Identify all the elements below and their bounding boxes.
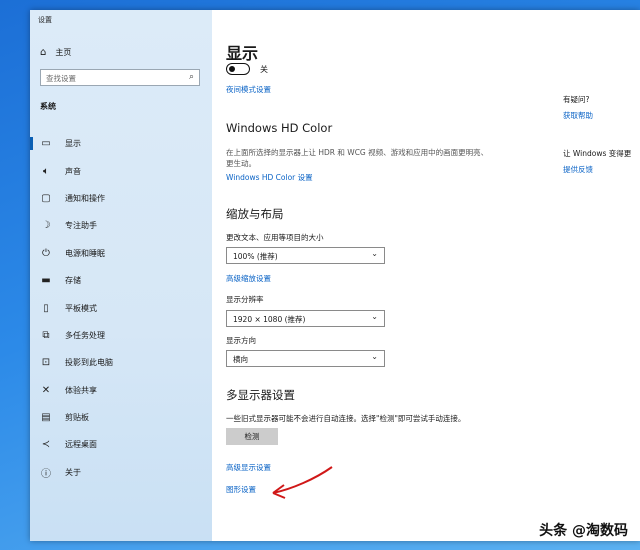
remote-icon: ≺ [41,439,51,451]
orientation-value: 横向 [233,355,248,364]
chevron-down-icon: ⌄ [371,312,378,321]
text-size-value: 100% (推荐) [233,252,278,261]
page-title: 显示 [226,44,259,63]
sidebar-nav: ▭ 显示 🔈︎ 声音 ▢ 通知和操作 ☽ 专注助手 ⏻ 电源和睡眠 ▬ 存储 ▯… [30,130,212,486]
search-input[interactable]: 查找设置 ⌕ [40,69,200,86]
hdr-settings-link[interactable]: Windows HD Color 设置 [226,172,313,183]
sidebar-item-tablet[interactable]: ▯ 平板模式 [30,294,212,321]
resolution-select[interactable]: 1920 × 1080 (推荐) ⌄ [226,310,385,327]
improve-windows-text: 让 Windows 变得更 [563,149,632,158]
moon-icon: ☽ [41,220,51,232]
power-icon: ⏻ [42,247,50,259]
monitor-icon: ▭ [41,138,51,150]
night-light-state: 关 [260,64,268,74]
sidebar-item-label: 电源和睡眠 [65,248,105,258]
sidebar-item-label: 专注助手 [65,221,97,231]
graphics-settings-link[interactable]: 图形设置 [226,484,256,495]
orientation-select[interactable]: 横向 ⌄ [226,350,385,367]
night-light-settings-link[interactable]: 夜间模式设置 [226,84,271,95]
sidebar-item-label: 多任务处理 [65,330,105,340]
sidebar-item-about[interactable]: ⓘ 关于 [30,459,212,486]
sidebar-item-focus-assist[interactable]: ☽ 专注助手 [30,212,212,239]
storage-icon: ▬ [41,275,51,287]
chevron-down-icon: ⌄ [371,249,378,258]
sidebar-item-label: 剪贴板 [65,413,89,423]
sidebar-item-display[interactable]: ▭ 显示 [30,130,212,157]
scale-heading: 缩放与布局 [226,207,284,221]
notification-icon: ▢ [41,192,51,204]
sidebar-item-clipboard[interactable]: ▤ 剪贴板 [30,404,212,431]
multi-display-description: 一些旧式显示器可能不会进行自动连接。选择"检测"即可尝试手动连接。 [226,414,466,423]
sidebar-item-projecting[interactable]: ⊡ 投影到此电脑 [30,349,212,376]
text-size-label: 更改文本、应用等项目的大小 [226,233,324,242]
text-size-select[interactable]: 100% (推荐) ⌄ [226,247,385,264]
sidebar-item-remote-desktop[interactable]: ≺ 远程桌面 [30,431,212,458]
home-label: 主页 [55,48,72,57]
feedback-link[interactable]: 提供反馈 [563,164,593,175]
sidebar-item-sound[interactable]: 🔈︎ 声音 [30,157,212,184]
sidebar-item-multitasking[interactable]: ⧉ 多任务处理 [30,322,212,349]
get-help-link[interactable]: 获取帮助 [563,110,593,121]
sidebar-item-label: 存储 [65,276,81,286]
window-title: 设置 [38,16,52,24]
sidebar-item-label: 投影到此电脑 [65,358,113,368]
sidebar-item-label: 通知和操作 [65,193,105,203]
project-icon: ⊡ [41,357,51,369]
orientation-label: 显示方向 [226,336,256,345]
section-label: 系统 [40,102,56,111]
help-question: 有疑问? [563,95,590,104]
share-icon: ✕ [41,384,51,396]
sidebar-item-shared-experiences[interactable]: ✕ 体验共享 [30,377,212,404]
search-icon[interactable]: ⌕ [189,72,194,82]
sidebar-home[interactable]: ⌂ 主页 [40,47,71,58]
multi-display-heading: 多显示器设置 [226,388,295,402]
search-placeholder: 查找设置 [46,74,76,83]
annotation-arrow-icon [272,466,333,499]
resolution-value: 1920 × 1080 (推荐) [233,315,306,324]
sidebar-item-label: 关于 [65,467,81,477]
sidebar-item-label: 显示 [65,139,81,149]
sidebar-item-storage[interactable]: ▬ 存储 [30,267,212,294]
detect-button[interactable]: 检测 [226,428,278,445]
speaker-icon: 🔈︎ [43,165,49,177]
sidebar-item-label: 声音 [65,166,81,176]
sidebar-item-power[interactable]: ⏻ 电源和睡眠 [30,240,212,267]
watermark: 头条 @淘数码 [539,523,628,539]
sidebar: 设置 ⌂ 主页 查找设置 ⌕ 系统 ▭ 显示 🔈︎ 声音 ▢ 通知和操作 ☽ 专… [30,10,212,541]
night-light-toggle[interactable] [226,63,250,75]
chevron-down-icon: ⌄ [371,352,378,361]
hdr-description: 在上面所选择的显示器上让 HDR 和 WCG 视频、游戏和应用中的画面更明亮、更… [226,148,489,168]
resolution-label: 显示分辨率 [226,295,264,304]
settings-window: 设置 ⌂ 主页 查找设置 ⌕ 系统 ▭ 显示 🔈︎ 声音 ▢ 通知和操作 ☽ 专… [30,10,640,541]
advanced-display-link[interactable]: 高级显示设置 [226,462,271,473]
hdr-heading: Windows HD Color [226,121,333,135]
clipboard-icon: ▤ [41,412,51,424]
sidebar-item-notifications[interactable]: ▢ 通知和操作 [30,185,212,212]
sidebar-item-label: 远程桌面 [65,440,97,450]
multitask-icon: ⧉ [42,329,50,341]
tablet-icon: ▯ [43,302,49,314]
advanced-scaling-link[interactable]: 高级缩放设置 [226,273,271,284]
info-icon: ⓘ [41,468,51,480]
night-light-row: 关 [226,63,268,75]
home-icon: ⌂ [40,47,47,58]
sidebar-item-label: 平板模式 [65,303,97,313]
sidebar-item-label: 体验共享 [65,385,97,395]
